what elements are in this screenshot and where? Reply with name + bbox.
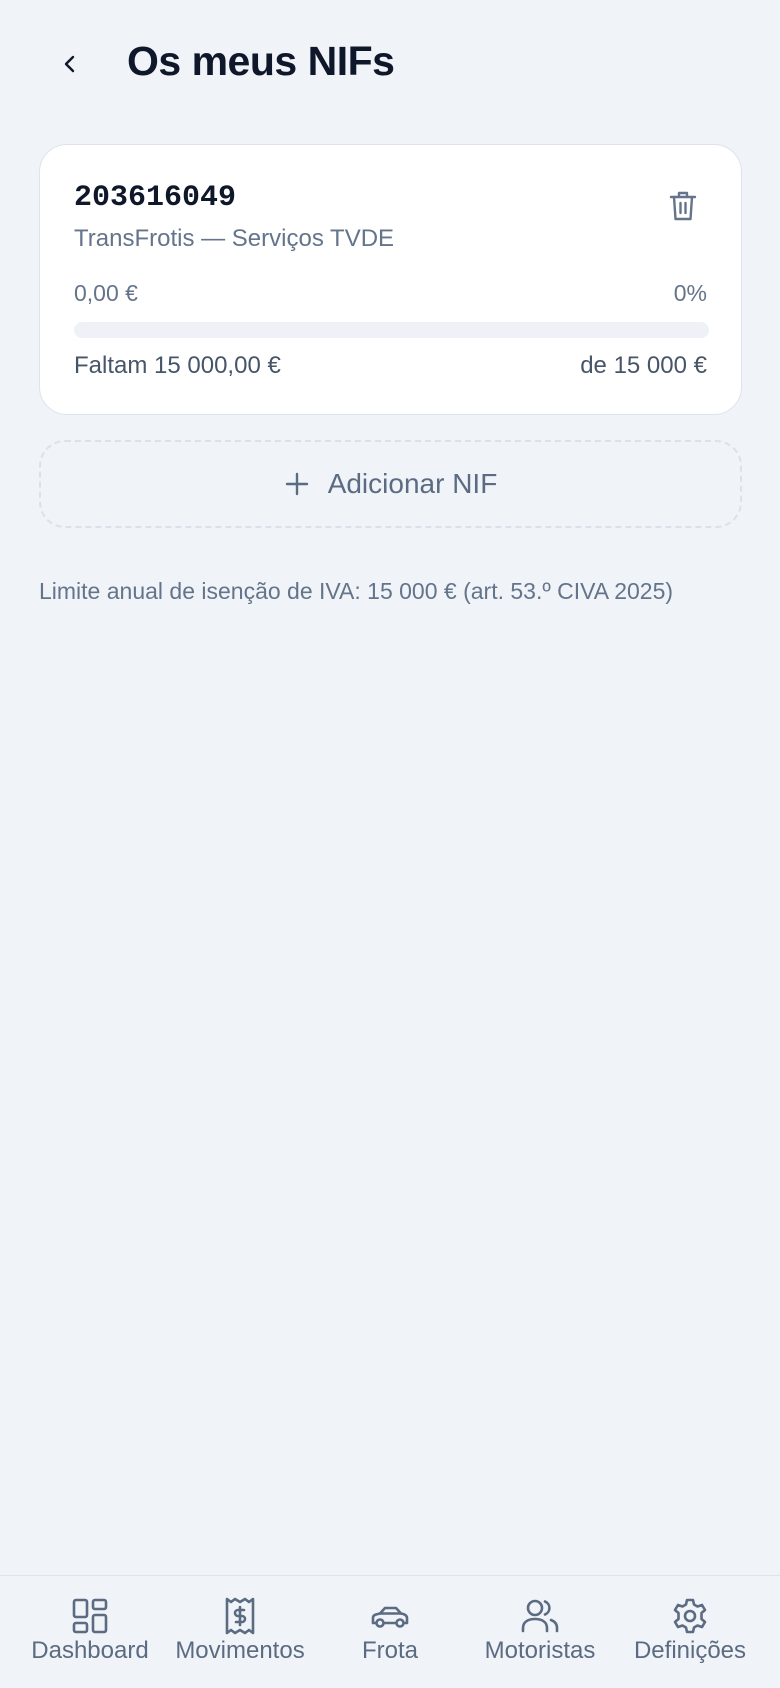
delete-nif-button[interactable] xyxy=(658,181,708,231)
nav-label: Dashboard xyxy=(31,1637,149,1664)
page: Os meus NIFs 203616049 TransFrotis — Ser… xyxy=(0,0,780,1688)
header: Os meus NIFs xyxy=(0,0,780,130)
receipt-icon xyxy=(225,1597,255,1635)
settings-icon xyxy=(673,1598,707,1634)
nav-item-dashboard[interactable]: Dashboard xyxy=(12,1576,168,1688)
nav-label: Definições xyxy=(633,1637,747,1664)
vat-limit-note: Limite anual de isenção de IVA: 15 000 €… xyxy=(39,578,674,604)
nav-label: Frota xyxy=(361,1637,418,1664)
add-nif-button[interactable]: Adicionar NIF xyxy=(39,440,742,528)
nav-label: Motoristas xyxy=(484,1637,596,1664)
nif-company-name: TransFrotis — Serviços TVDE xyxy=(74,225,395,252)
nav-item-frota[interactable]: Frota xyxy=(312,1576,468,1688)
dashboard-icon xyxy=(72,1598,108,1634)
nav-label: Movimentos xyxy=(175,1637,305,1664)
remaining-amount: Faltam 15 000,00 € xyxy=(74,352,281,379)
back-button[interactable] xyxy=(50,44,90,84)
users-icon xyxy=(521,1599,559,1633)
chevron-left-icon xyxy=(64,55,75,73)
trash-icon xyxy=(669,191,697,221)
nav-item-definicoes[interactable]: Definições xyxy=(612,1576,768,1688)
add-nif-label: Adicionar NIF xyxy=(327,468,498,499)
nif-card: 203616049 TransFrotis — Serviços TVDE 0,… xyxy=(39,144,742,415)
progress-percent: 0% xyxy=(673,280,707,306)
nav-item-motoristas[interactable]: Motoristas xyxy=(462,1576,618,1688)
progress-bar xyxy=(74,322,709,338)
invoiced-amount: 0,00 € xyxy=(74,280,138,306)
nav-item-movimentos[interactable]: Movimentos xyxy=(162,1576,318,1688)
page-title: Os meus NIFs xyxy=(127,38,395,84)
plus-icon xyxy=(285,472,308,496)
nif-number: 203616049 xyxy=(74,181,237,215)
car-icon xyxy=(371,1606,409,1628)
bottom-nav: Dashboard Movimentos Frota Motoristas De… xyxy=(0,1575,780,1688)
limit-amount: de 15 000 € xyxy=(580,352,707,379)
